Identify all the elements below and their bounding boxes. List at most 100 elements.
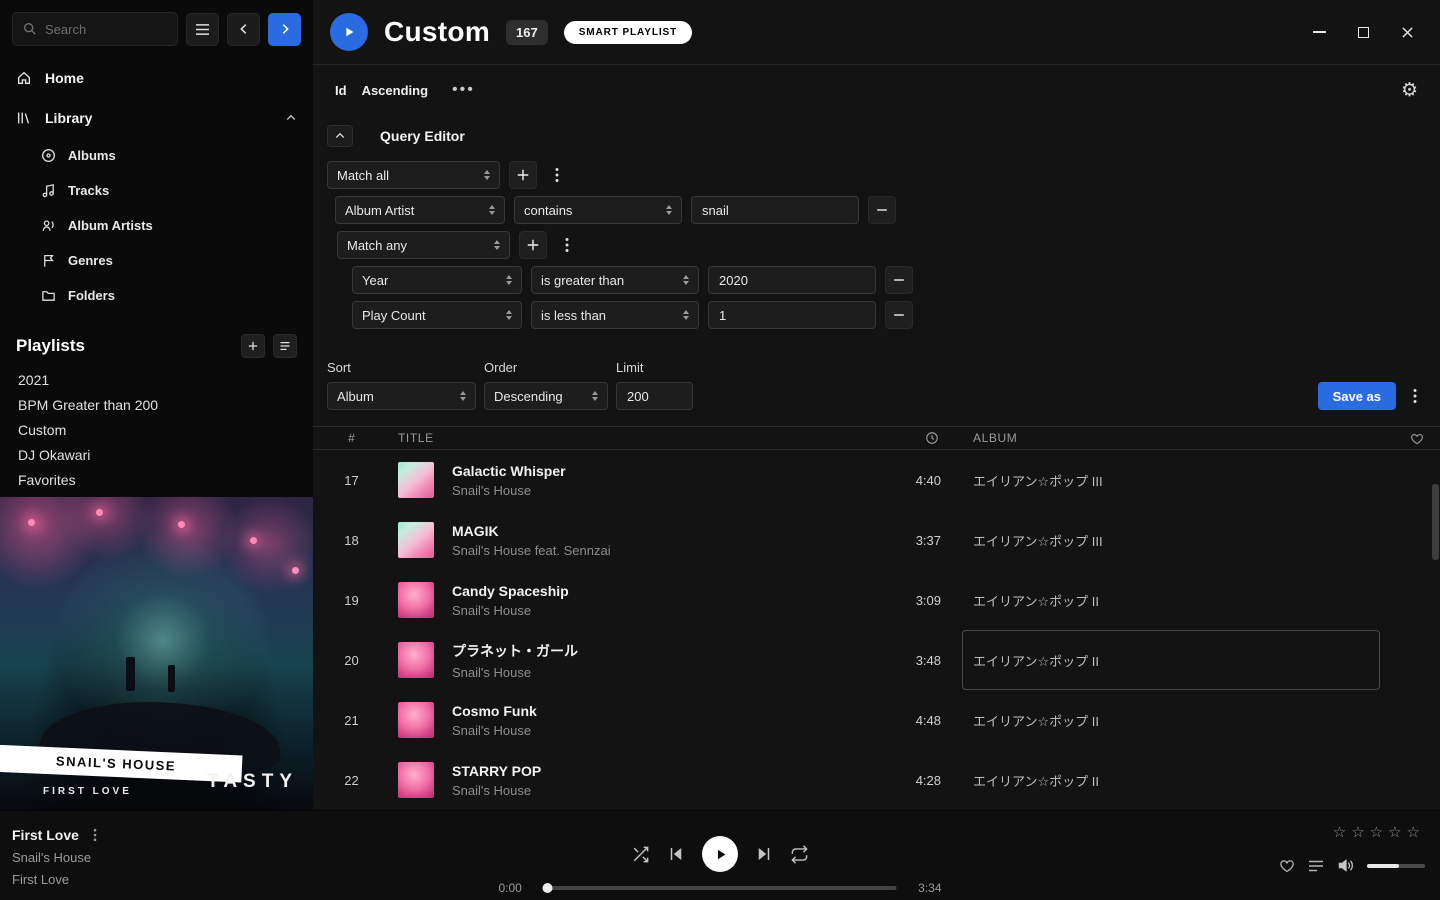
playlist-item[interactable]: 2021 xyxy=(0,367,313,392)
rule-value-input[interactable] xyxy=(708,301,876,329)
seek-knob[interactable] xyxy=(543,883,553,893)
playlist-item[interactable]: BPM Greater than 200 xyxy=(0,392,313,417)
rating-star-icon[interactable]: ☆ xyxy=(1351,823,1369,841)
header-duration[interactable] xyxy=(866,431,941,445)
track-album[interactable]: エイリアン☆ポップ III xyxy=(973,531,1393,550)
playlist-item[interactable]: Favorites xyxy=(0,467,313,492)
menu-button[interactable] xyxy=(186,13,219,46)
favorite-heart-icon[interactable] xyxy=(1279,858,1295,873)
table-row[interactable]: 17 Galactic Whisper Snail's House 4:40 エ… xyxy=(313,450,1440,510)
table-row[interactable]: 19 Candy Spaceship Snail's House 3:09 エイ… xyxy=(313,570,1440,630)
list-icon xyxy=(279,340,291,352)
rating-stars[interactable]: ☆☆☆☆☆ xyxy=(1333,823,1425,841)
sidebar-item-albums[interactable]: Albums xyxy=(0,138,313,173)
volume-slider[interactable] xyxy=(1367,864,1425,868)
rule-operator-select[interactable]: contains xyxy=(514,196,682,224)
remove-rule-button[interactable] xyxy=(885,266,913,294)
rule-field-select[interactable]: Play Count xyxy=(352,301,522,329)
settings-gear-icon[interactable]: ⚙ xyxy=(1401,79,1418,101)
add-group-rule-button[interactable] xyxy=(519,231,547,259)
nav-forward-button[interactable] xyxy=(268,13,301,46)
header-album[interactable]: ALBUM xyxy=(973,431,1393,445)
track-album[interactable]: エイリアン☆ポップ II xyxy=(973,651,1393,670)
minimize-button[interactable] xyxy=(1311,24,1327,40)
sidebar-item-home[interactable]: Home xyxy=(0,58,313,98)
query-sort-section: Sort Album Order Descending Limit Save a… xyxy=(313,336,1440,410)
search-input[interactable] xyxy=(45,22,167,37)
sidebar-item-folders[interactable]: Folders xyxy=(0,278,313,313)
rule-field-select[interactable]: Year xyxy=(352,266,522,294)
sidebar-item-album-artists[interactable]: Album Artists xyxy=(0,208,313,243)
next-track-button[interactable] xyxy=(755,845,773,863)
sort-direction-button[interactable]: Ascending xyxy=(362,83,428,98)
rule-value-input[interactable] xyxy=(691,196,859,224)
match-type-select[interactable]: Match all xyxy=(327,161,500,189)
play-playlist-button[interactable] xyxy=(330,13,368,51)
playlist-list-button[interactable] xyxy=(273,334,297,358)
track-album[interactable]: エイリアン☆ポップ III xyxy=(973,471,1393,490)
collapse-query-editor-button[interactable] xyxy=(327,125,353,147)
add-playlist-button[interactable] xyxy=(241,334,265,358)
volume-icon[interactable] xyxy=(1337,858,1354,873)
order-select[interactable]: Descending xyxy=(484,382,608,410)
limit-input[interactable] xyxy=(616,382,693,410)
remove-rule-button[interactable] xyxy=(885,301,913,329)
rating-star-icon[interactable]: ☆ xyxy=(1388,823,1406,841)
minus-icon xyxy=(892,308,906,322)
close-button[interactable] xyxy=(1399,24,1415,40)
sort-select[interactable]: Album xyxy=(327,382,476,410)
rating-star-icon[interactable]: ☆ xyxy=(1333,823,1351,841)
add-rule-button[interactable] xyxy=(509,161,537,189)
now-playing-album[interactable]: First Love xyxy=(12,872,97,887)
group-match-type-select[interactable]: Match any xyxy=(337,231,510,259)
nav-back-button[interactable] xyxy=(227,13,260,46)
playlist-item[interactable]: DJ Okawari xyxy=(0,442,313,467)
rule-field-select[interactable]: Album Artist xyxy=(335,196,505,224)
table-row[interactable]: 21 Cosmo Funk Snail's House 4:48 エイリアン☆ポ… xyxy=(313,690,1440,750)
rule-operator-select[interactable]: is less than xyxy=(531,301,699,329)
play-pause-button[interactable] xyxy=(702,836,738,872)
playlist-item[interactable]: Custom xyxy=(0,417,313,442)
now-playing-artist[interactable]: Snail's House xyxy=(12,850,97,865)
seek-bar[interactable] xyxy=(544,886,897,890)
sidebar-item-tracks[interactable]: Tracks xyxy=(0,173,313,208)
now-playing-title[interactable]: First Love xyxy=(12,827,79,843)
track-artist[interactable]: Snail's House xyxy=(452,483,566,498)
track-menu-icon[interactable] xyxy=(93,828,97,842)
queue-icon[interactable] xyxy=(1308,859,1324,873)
scrollbar-thumb[interactable] xyxy=(1432,484,1439,560)
maximize-button[interactable] xyxy=(1355,24,1371,40)
save-as-button[interactable]: Save as xyxy=(1318,382,1396,410)
sidebar-item-genres[interactable]: Genres xyxy=(0,243,313,278)
search-box[interactable] xyxy=(12,12,178,46)
track-artist[interactable]: Snail's House xyxy=(452,665,578,680)
now-playing-artwork[interactable]: SNAIL'S HOUSE FIRST LOVE TASTY xyxy=(0,497,313,810)
rating-star-icon[interactable]: ☆ xyxy=(1370,823,1388,841)
rule-value-input[interactable] xyxy=(708,266,876,294)
track-album[interactable]: エイリアン☆ポップ II xyxy=(973,771,1393,790)
table-row[interactable]: 22 STARRY POP Snail's House 4:28 エイリアン☆ポ… xyxy=(313,750,1440,810)
chevron-up-icon[interactable] xyxy=(285,112,297,124)
sort-field-button[interactable]: Id xyxy=(335,83,347,98)
repeat-button[interactable] xyxy=(790,845,809,864)
shuffle-button[interactable] xyxy=(631,845,650,864)
track-album[interactable]: エイリアン☆ポップ II xyxy=(973,711,1393,730)
track-artist[interactable]: Snail's House xyxy=(452,783,541,798)
table-row[interactable]: 20 プラネット・ガール Snail's House 3:48 エイリアン☆ポッ… xyxy=(313,630,1440,690)
save-menu-button[interactable] xyxy=(1404,382,1426,410)
header-title[interactable]: TITLE xyxy=(390,431,866,445)
track-album[interactable]: エイリアン☆ポップ II xyxy=(973,591,1393,610)
table-row[interactable]: 18 MAGIK Snail's House feat. Sennzai 3:3… xyxy=(313,510,1440,570)
rule-group-menu-button[interactable] xyxy=(546,161,568,189)
group-menu-button[interactable] xyxy=(556,231,578,259)
track-artist[interactable]: Snail's House feat. Sennzai xyxy=(452,543,611,558)
header-favorite[interactable] xyxy=(1393,432,1440,445)
previous-track-button[interactable] xyxy=(667,845,685,863)
rule-operator-select[interactable]: is greater than xyxy=(531,266,699,294)
sidebar-item-library[interactable]: Library xyxy=(0,98,313,138)
track-artist[interactable]: Snail's House xyxy=(452,723,537,738)
header-index[interactable]: # xyxy=(313,431,390,445)
track-artist[interactable]: Snail's House xyxy=(452,603,569,618)
rating-star-icon[interactable]: ☆ xyxy=(1407,823,1425,841)
remove-rule-button[interactable] xyxy=(868,196,896,224)
